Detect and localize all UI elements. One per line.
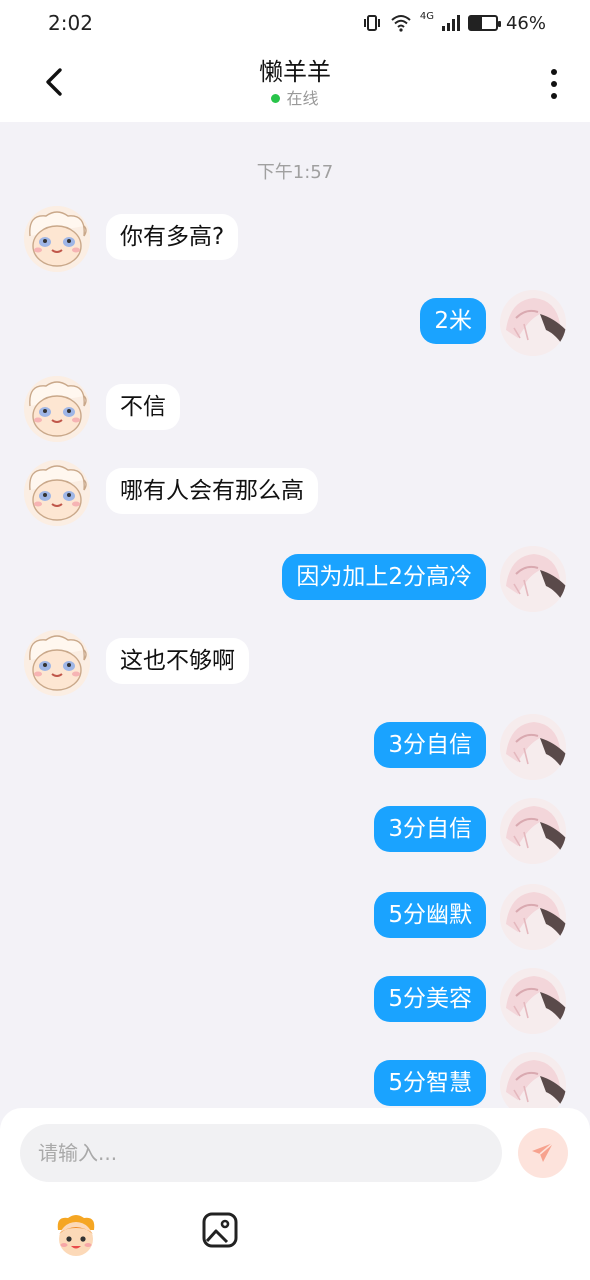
page-title: 懒羊羊 <box>259 58 331 86</box>
send-icon <box>532 1142 554 1162</box>
emoji-sticker-icon <box>57 1215 95 1256</box>
message-bubble[interactable]: 你有多高? <box>106 214 239 260</box>
message-bubble[interactable]: 5分幽默 <box>374 892 486 938</box>
online-status: 在线 <box>271 88 319 109</box>
online-status-label: 在线 <box>286 88 319 108</box>
user-avatar[interactable] <box>500 546 566 612</box>
battery-percent: 46% <box>505 12 546 34</box>
message-bubble[interactable]: 哪有人会有那么高 <box>106 468 318 514</box>
status-time: 2:02 <box>48 11 93 35</box>
chat-header: 懒羊羊 在线 <box>0 46 590 122</box>
battery-icon <box>467 15 501 31</box>
battery-level <box>469 17 482 29</box>
user-avatar[interactable] <box>500 968 566 1034</box>
message-bubble[interactable]: 3分自信 <box>374 806 486 852</box>
image-button[interactable] <box>200 1210 244 1254</box>
wifi-icon <box>391 15 411 32</box>
outgoing-message: 3分自信 <box>0 798 590 864</box>
contact-avatar[interactable] <box>24 460 90 526</box>
sticker-button[interactable] <box>48 1208 104 1264</box>
send-button[interactable] <box>518 1128 568 1178</box>
incoming-message: 不信 <box>0 376 590 442</box>
message-timestamp: 下午1:57 <box>256 162 334 183</box>
signal-icon <box>441 15 460 31</box>
input-bar <box>0 1108 590 1280</box>
contact-avatar[interactable] <box>24 376 90 442</box>
contact-avatar[interactable] <box>24 630 90 696</box>
online-dot-icon <box>271 94 281 103</box>
message-bubble[interactable]: 3分自信 <box>374 722 486 768</box>
message-input[interactable] <box>20 1124 502 1182</box>
outgoing-message: 3分自信 <box>0 714 590 780</box>
outgoing-message: 因为加上2分高冷 <box>0 546 590 612</box>
status-icons: 4G 46% <box>362 10 546 34</box>
network-type: 4G <box>419 10 434 22</box>
incoming-message: 这也不够啊 <box>0 630 590 696</box>
message-bubble[interactable]: 5分美容 <box>374 976 486 1022</box>
user-avatar[interactable] <box>500 1052 566 1108</box>
incoming-message: 你有多高? <box>0 206 590 272</box>
title-wrap: 懒羊羊 在线 <box>0 56 590 109</box>
user-avatar[interactable] <box>500 884 566 950</box>
message-bubble[interactable]: 2米 <box>420 298 486 344</box>
incoming-message: 哪有人会有那么高 <box>0 460 590 526</box>
outgoing-message: 5分美容 <box>0 968 590 1034</box>
chat-area[interactable]: 下午1:57 你有多高? 2米不信哪有人会有那么高因为加上2分高冷 这也不够啊 3分自… <box>0 122 590 1108</box>
outgoing-message: 5分智慧 <box>0 1052 590 1108</box>
user-avatar[interactable] <box>500 290 566 356</box>
message-bubble[interactable]: 这也不够啊 <box>106 638 249 684</box>
status-bar: 2:02 4G 46% <box>0 0 590 46</box>
message-bubble[interactable]: 不信 <box>106 384 180 430</box>
outgoing-message: 2米 <box>0 290 590 356</box>
more-button[interactable] <box>544 64 564 104</box>
more-icon <box>551 69 557 75</box>
vibrate-icon <box>363 15 380 31</box>
user-avatar[interactable] <box>500 798 566 864</box>
message-bubble[interactable]: 5分智慧 <box>374 1060 486 1106</box>
message-bubble[interactable]: 因为加上2分高冷 <box>282 554 486 600</box>
image-icon <box>202 1212 238 1248</box>
contact-avatar[interactable] <box>24 206 90 272</box>
outgoing-message: 5分幽默 <box>0 884 590 950</box>
user-avatar[interactable] <box>500 714 566 780</box>
